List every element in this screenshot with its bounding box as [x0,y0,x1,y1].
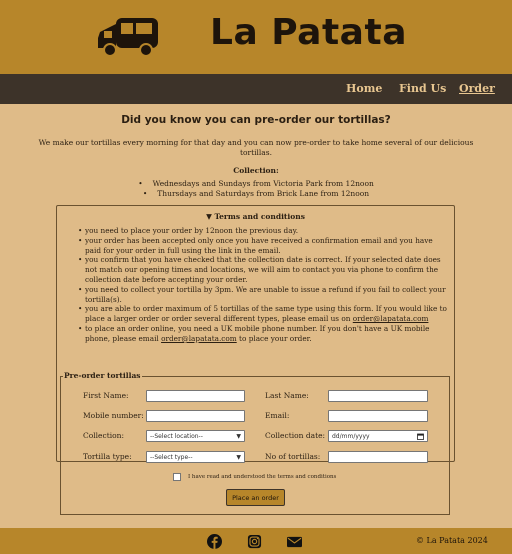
collection-item: Thursdays and Saturdays from Brick Lane … [0,189,512,199]
order-email-link[interactable]: order@lapatata.com [353,314,429,323]
tortilla-type-select-value: --Select type-- [150,453,193,461]
tortilla-qty-input[interactable] [328,451,428,463]
order-email-link[interactable]: order@lapatata.com [161,334,237,343]
terms-item: you are able to order maximum of 5 torti… [78,304,451,324]
nav-home[interactable]: Home [346,82,382,95]
email-input[interactable] [328,410,428,422]
collection-label: Collection: [83,431,124,440]
place-order-button[interactable]: Place an order [226,489,285,506]
envelope-icon[interactable] [286,534,303,549]
collection-date-label: Collection date: [265,431,326,440]
collection-select-value: --Select location-- [150,432,203,440]
terms-item: you confirm that you have checked that t… [78,255,451,284]
preorder-legend: Pre-order tortillas [63,371,142,380]
terms-list: you need to place your order by 12noon t… [78,226,451,344]
mobile-input[interactable] [146,410,245,422]
facebook-icon[interactable] [207,534,222,549]
date-placeholder: dd/mm/yyyy [332,432,370,440]
site-header: La Patata [0,0,512,74]
food-truck-icon [98,18,158,57]
tortilla-qty-label: No of tortillas: [265,452,321,461]
email-label: Email: [265,411,290,420]
collection-item: Wednesdays and Sundays from Victoria Par… [0,179,512,189]
tortilla-type-select[interactable]: --Select type-- ▼ [146,451,245,463]
collection-list: Wednesdays and Sundays from Victoria Par… [0,179,512,198]
collection-heading: Collection: [233,166,279,175]
copyright-text: © La Patata 2024 [416,536,488,545]
terms-item-suffix: to place your order. [239,333,312,343]
mobile-label: Mobile number: [83,411,144,420]
last-name-label: Last Name: [265,391,309,400]
nav-order[interactable]: Order [459,82,495,95]
chevron-down-icon: ▼ [236,453,241,461]
intro-text: We make our tortillas every morning for … [38,138,474,157]
chevron-down-icon: ▼ [236,432,241,440]
collection-date-input[interactable]: dd/mm/yyyy [328,430,428,442]
terms-item: your order has been accepted only once y… [78,236,451,256]
site-footer: © La Patata 2024 [0,528,512,554]
tortilla-type-label: Tortilla type: [83,452,132,461]
instagram-icon[interactable] [247,534,262,549]
calendar-icon[interactable] [417,433,424,440]
collection-select[interactable]: --Select location-- ▼ [146,430,245,442]
terms-item: to place an order online, you need a UK … [78,324,451,344]
terms-checkbox[interactable] [173,473,181,481]
terms-item: you need to collect your tortilla by 3pm… [78,285,451,305]
last-name-input[interactable] [328,390,428,402]
terms-checkbox-label: I have read and understood the terms and… [188,474,337,480]
main-nav: Home Find Us Order [0,74,512,104]
nav-find-us[interactable]: Find Us [399,82,446,95]
preorder-fieldset: Pre-order tortillas First Name: Last Nam… [60,371,450,515]
page-question: Did you know you can pre-order our torti… [121,114,391,126]
brand-title: La Patata [210,12,407,53]
first-name-input[interactable] [146,390,245,402]
first-name-label: First Name: [83,391,129,400]
terms-summary[interactable]: ▼ Terms and conditions [57,212,454,221]
terms-item: you need to place your order by 12noon t… [78,226,451,236]
